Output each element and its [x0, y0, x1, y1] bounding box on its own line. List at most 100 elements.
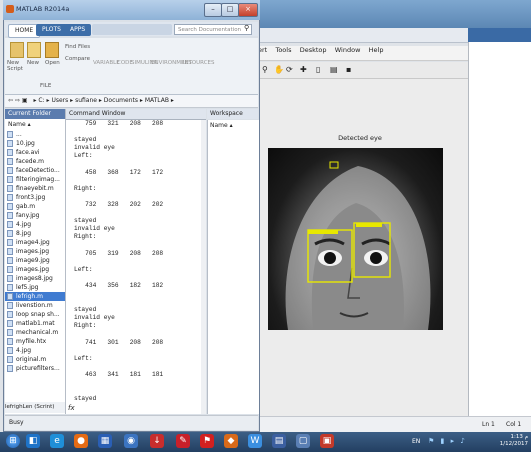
file-list-item[interactable]: 4.jpg [5, 346, 65, 355]
figure-subbar [258, 28, 468, 43]
file-list-item[interactable]: lef5.jpg [5, 283, 65, 292]
compare-button[interactable]: Compare [65, 56, 90, 62]
face-image [268, 148, 443, 330]
file-list-item[interactable]: gab.m [5, 202, 65, 211]
file-list-item[interactable]: 4.jpg [5, 220, 65, 229]
file-list-item[interactable]: mechanical.m [5, 328, 65, 337]
column-indicator: Col 1 [506, 421, 522, 428]
file-list-item[interactable]: image9.jpg [5, 256, 65, 265]
file-list-item[interactable]: front3.jpg [5, 193, 65, 202]
figure-menu-tools[interactable]: Tools [275, 46, 291, 54]
explorer-icon[interactable]: ◧ [26, 434, 40, 448]
up-folder-icon[interactable]: ▣ [22, 97, 28, 104]
new-icon[interactable] [27, 42, 41, 58]
clock-time: 1:13 ﻡ [510, 434, 528, 440]
clock[interactable]: 1:13 ﻡ 1/12/2017 [494, 434, 528, 448]
figure-menu-window[interactable]: Window [335, 46, 361, 54]
figure-window-titlebar [258, 0, 531, 28]
file-list-item[interactable]: lefrigh.m [5, 292, 65, 301]
command-window-scrollbar[interactable] [201, 120, 206, 414]
plot-tools-icon[interactable]: ▪ [346, 65, 351, 74]
data-cursor-icon[interactable]: ✚ [300, 65, 307, 74]
app-icon[interactable]: ▣ [320, 434, 334, 448]
file-list-item[interactable]: filteringimag... [5, 175, 65, 184]
file-list-item[interactable]: loop snap sh... [5, 310, 65, 319]
file-list-item[interactable]: matlab1.mat [5, 319, 65, 328]
insert-colorbar-icon[interactable]: ▯ [316, 65, 320, 74]
pan-icon[interactable]: ✋ [274, 65, 284, 74]
search-icon[interactable]: ⚲ [244, 24, 249, 32]
figure-status-bar: Ln 1 Col 1 [260, 416, 531, 433]
find-files-button[interactable]: Find Files [65, 44, 90, 50]
file-list-item[interactable]: original.m [5, 355, 65, 364]
file-list-item[interactable]: image4.jpg [5, 238, 65, 247]
tab-plots[interactable]: PLOTS [36, 24, 67, 36]
status-bar: Busy [5, 415, 258, 430]
window-icon[interactable]: ▢ [296, 434, 310, 448]
variable-section[interactable]: VARIABLE [93, 60, 120, 66]
workspace-name-column[interactable]: Name ▴ [210, 122, 233, 129]
file-list-item[interactable]: picturefilters... [5, 364, 65, 373]
address-bar[interactable]: ⇦ ⇨ ▣ ▸ C: ▸ Users ▸ sufiane ▸ Documents… [5, 95, 258, 108]
search-documentation-input[interactable]: Search Documentation [174, 24, 252, 35]
file-list-item[interactable]: faceDetectio... [5, 166, 65, 175]
file-list-item[interactable]: images.jpg [5, 247, 65, 256]
document-icon[interactable]: ▤ [272, 434, 286, 448]
file-list-item[interactable]: face.avi [5, 148, 65, 157]
back-icon[interactable]: ⇦ [8, 97, 13, 104]
quick-access-toolbar[interactable] [92, 24, 172, 35]
pdf-icon[interactable]: ⚑ [200, 434, 214, 448]
command-window-header: Command Window [66, 109, 206, 120]
status-busy: Busy [9, 419, 24, 426]
download-icon[interactable]: ↓ [150, 434, 164, 448]
tray-icons[interactable]: ⚑ ▮ ▸ ♪ [428, 437, 486, 445]
start-button-icon[interactable]: ⊞ [6, 434, 20, 448]
file-list-item[interactable]: ... [5, 130, 65, 139]
figure-menu-help[interactable]: Help [369, 46, 384, 54]
tab-apps[interactable]: APPS [64, 24, 92, 36]
insert-legend-icon[interactable]: ▤ [330, 65, 338, 74]
maximize-button[interactable]: □ [221, 3, 239, 17]
open-icon[interactable] [45, 42, 59, 58]
player-icon[interactable]: ◉ [124, 434, 138, 448]
file-list-item[interactable]: images8.jpg [5, 274, 65, 283]
new-button[interactable]: New [27, 60, 39, 66]
file-list-item[interactable]: images.jpg [5, 265, 65, 274]
firefox-icon[interactable]: ● [74, 434, 88, 448]
zoom-icon[interactable]: ⚲ [262, 65, 268, 74]
open-button[interactable]: Open [45, 60, 60, 66]
folder-icon[interactable]: ▦ [98, 434, 112, 448]
figure-top-strip [468, 28, 531, 42]
resources-section[interactable]: RESOURCES [181, 60, 215, 66]
file-list-item[interactable]: livenstion.m [5, 301, 65, 310]
file-list: ... 10.jpg face.avi facede.m faceDetectio...… [5, 130, 65, 373]
command-window[interactable]: 759 321 208 208 stayed invalid eye Left:… [66, 120, 206, 414]
new-script-button[interactable]: New Script [7, 60, 25, 72]
word-icon[interactable]: W [248, 434, 262, 448]
figure-menu-desktop[interactable]: Desktop [300, 46, 327, 54]
current-folder-name-column[interactable]: Name ▴ [8, 121, 31, 128]
new-script-icon[interactable] [10, 42, 24, 58]
file-list-item[interactable]: fany.jpg [5, 211, 65, 220]
current-folder-details: lefrighLen (Scrint) [5, 402, 65, 413]
command-output: 759 321 208 208 stayed invalid eye Left:… [74, 120, 164, 403]
language-indicator[interactable]: EN [412, 438, 420, 445]
matlab-taskbar-icon[interactable]: ◆ [224, 434, 238, 448]
file-list-item[interactable]: finaeyebit.m [5, 184, 65, 193]
matlab-logo-icon [6, 5, 14, 13]
file-list-item[interactable]: facede.m [5, 157, 65, 166]
figure-toolbar: ⚲ ✋ ⟳ ✚ ▯ ▤ ▪ [258, 62, 468, 79]
file-list-item[interactable]: myfile.htx [5, 337, 65, 346]
fx-prompt-icon[interactable]: fx [68, 404, 75, 412]
minimize-button[interactable]: – [204, 3, 222, 17]
window-title: MATLAB R2014a [16, 5, 70, 13]
close-button[interactable]: × [238, 3, 258, 17]
current-path[interactable]: ▸ C: ▸ Users ▸ sufiane ▸ Documents ▸ MAT… [34, 97, 174, 104]
file-list-item[interactable]: 10.jpg [5, 139, 65, 148]
file-list-item[interactable]: 8.jpg [5, 229, 65, 238]
paint-icon[interactable]: ✎ [176, 434, 190, 448]
ie-icon[interactable]: e [50, 434, 64, 448]
forward-icon[interactable]: ⇨ [15, 97, 20, 104]
rotate-icon[interactable]: ⟳ [286, 65, 293, 74]
face-image-drawing [285, 161, 431, 330]
